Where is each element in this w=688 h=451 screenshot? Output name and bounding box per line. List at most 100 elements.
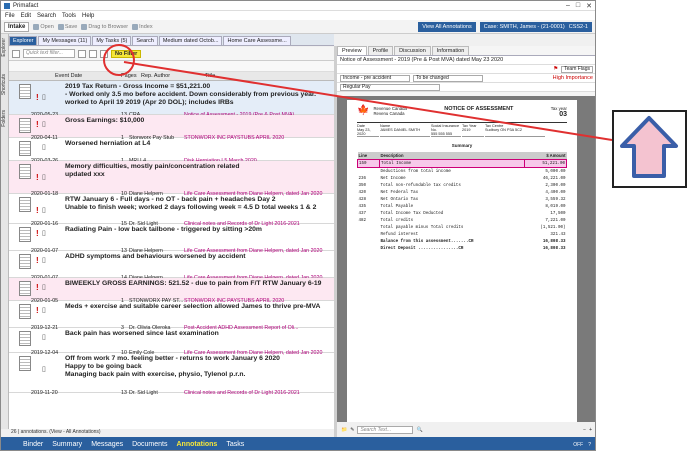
document-thumbnail[interactable] (19, 281, 31, 296)
zoom-in-icon[interactable]: + (589, 427, 592, 433)
nav-documents[interactable]: Documents (132, 441, 167, 448)
drag-to-browser-button[interactable]: Drag to Browser (81, 23, 128, 30)
case-selector[interactable]: Case: SMITH, James - (21-0001) CSS2-1 (479, 21, 592, 32)
nav-summary[interactable]: Summary (52, 441, 82, 448)
row-title: Gross Earnings: $10,000 (65, 117, 145, 124)
document-thumbnail[interactable] (19, 254, 31, 269)
document-title: Notice of Assessment - 2019 (Pre & Post … (340, 57, 504, 63)
menu-help[interactable]: Help (82, 13, 94, 19)
col-event-date[interactable]: Event Date (55, 73, 82, 79)
table-row[interactable]: ! ▯ ADHD symptoms and behaviours worsened … (9, 251, 334, 281)
pay-dropdown[interactable]: Regular Pay (340, 83, 440, 91)
assessment-line: 482 Total credits 7,221.00 (358, 218, 566, 223)
flag-icon[interactable]: ! (36, 306, 39, 315)
tab-preview[interactable]: Preview (337, 46, 367, 55)
menu-tools[interactable]: Tools (62, 13, 76, 19)
nav-annotations[interactable]: Annotations (177, 441, 218, 448)
tab-my-messages[interactable]: My Messages (11) (38, 36, 92, 45)
help-icon[interactable]: ? (588, 442, 591, 448)
nav-binder[interactable]: Binder (23, 441, 43, 448)
flag-icon[interactable]: ! (36, 206, 39, 215)
zoom-out-icon[interactable]: − (583, 427, 586, 433)
menu-search[interactable]: Search (37, 13, 56, 19)
menu-edit[interactable]: Edit (21, 13, 31, 19)
menu-file[interactable]: File (5, 13, 15, 19)
document-viewer[interactable]: 🍁 Revenue Canada Revenu Canada NOTICE OF … (337, 96, 595, 422)
flag-icon[interactable]: ! (36, 283, 39, 292)
save-button[interactable]: Save (57, 23, 77, 30)
document-thumbnail[interactable] (19, 118, 31, 133)
table-row[interactable]: ▯Worsened herniation at L42020-03-261MRI… (9, 138, 334, 164)
off-toggle[interactable]: OFF (573, 442, 583, 448)
index-button[interactable]: Index (132, 23, 153, 30)
status-dropdown[interactable]: To be changed (413, 74, 483, 82)
search-text-input[interactable]: Search Text... (357, 425, 414, 434)
document-thumbnail[interactable] (19, 227, 31, 242)
filter-bar: Quick text filter... No Filter (9, 47, 334, 61)
tab-medium-dated[interactable]: Medium dated Octob... (158, 36, 223, 45)
tab-discussion[interactable]: Discussion (394, 46, 431, 55)
save-icon (57, 23, 64, 30)
rail-folders[interactable]: Folders (1, 110, 9, 127)
rail-explorer[interactable]: Explorer (1, 38, 9, 57)
view-all-annotations-button[interactable]: View All Annotations (418, 21, 476, 32)
flag-icon[interactable]: ! (36, 93, 39, 102)
view-grid-icon[interactable] (89, 49, 97, 58)
document-thumbnail[interactable] (19, 197, 31, 212)
document-thumbnail[interactable] (19, 141, 31, 156)
tab-information[interactable]: Information (431, 46, 470, 55)
table-row[interactable]: ! ▯ 2019 Tax Return - Gross Income = $51,2… (9, 81, 334, 118)
folder-icon[interactable]: 📁 (341, 427, 347, 433)
category-bar: Income - pre accident To be changed High… (337, 74, 595, 83)
table-row[interactable]: ! ▯ Radiating Pain - low back tailbone - t… (9, 224, 334, 254)
document-thumbnail[interactable] (19, 331, 31, 346)
team-flags-dropdown[interactable]: Team Flags (561, 65, 593, 73)
document-thumbnail[interactable] (19, 356, 31, 371)
paperclip-icon: ▯ (42, 257, 46, 264)
flag-icon[interactable]: ! (36, 173, 39, 182)
table-row[interactable]: ▯ Back pain has worsened since last exami… (9, 328, 334, 356)
table-row[interactable]: ! ▯ RTW January 6 - Full days - no OT - ba… (9, 194, 334, 227)
intake-button[interactable]: Intake (4, 21, 30, 32)
assessment-line: Balance from this assessment.......CR 16,… (380, 239, 566, 244)
folder-filter-icon[interactable] (12, 49, 20, 58)
tab-my-tasks[interactable]: My Tasks (5) (92, 36, 132, 45)
open-button[interactable]: Open (33, 23, 54, 30)
document-thumbnail[interactable] (19, 304, 31, 319)
row-source[interactable]: Clinical notes and Records of Dr Light 2… (184, 390, 300, 396)
tab-search[interactable]: Search (132, 36, 158, 45)
row-title: updated xxx (65, 171, 105, 178)
maximize-icon[interactable]: □ (576, 2, 580, 10)
col-title[interactable]: Title (205, 73, 215, 79)
table-row[interactable]: ! ▯ Memory difficulties, mostly pain/conce… (9, 161, 334, 197)
table-row[interactable]: ! ▯ Gross Earnings: $10,000 2020-04-11 1 Ston… (9, 115, 334, 141)
col-author[interactable]: Rep. Author (141, 73, 170, 79)
paperclip-icon: ▯ (42, 121, 46, 128)
table-row[interactable]: ▯ Off from work 7 mo. feeling better - re… (9, 353, 334, 396)
tab-explorer[interactable]: Explorer (9, 36, 38, 45)
close-icon[interactable]: ✕ (586, 2, 592, 10)
nav-messages[interactable]: Messages (91, 441, 123, 448)
table-row[interactable]: ! ▯ Meds + exercise and suitable career se… (9, 301, 334, 331)
tab-profile[interactable]: Profile (367, 46, 394, 55)
search-icon[interactable]: 🔍 (416, 427, 422, 433)
assessment-line[interactable]: 150 Total Income 51,221.00 (357, 159, 567, 168)
flag-icon[interactable]: ! (36, 256, 39, 265)
tab-home-care[interactable]: Home Care Assessme... (223, 36, 291, 45)
flag-icon[interactable]: ⚑ (553, 66, 558, 72)
zoom-icon[interactable] (78, 49, 86, 58)
category-dropdown[interactable]: Income - pre accident (340, 74, 410, 82)
document-thumbnail[interactable] (19, 84, 31, 99)
nav-tasks[interactable]: Tasks (226, 441, 244, 448)
flag-icon[interactable]: ! (36, 229, 39, 238)
row-date: 2019-11-20 (31, 390, 58, 396)
high-importance-flag[interactable]: High Importance (553, 75, 593, 81)
annotate-icon[interactable]: ✎ (350, 427, 354, 433)
document-thumbnail[interactable] (19, 164, 31, 179)
rail-shortcuts[interactable]: Shortcuts (1, 74, 9, 95)
row-title: Unable to finish week; worked 2 days fol… (65, 204, 317, 211)
flag-icon[interactable]: ! (36, 120, 39, 129)
table-row[interactable]: ! ▯ BIWEEKLY GROSS EARNINGS: 521.52 - due … (9, 278, 334, 304)
minimize-icon[interactable]: – (566, 2, 570, 10)
quick-filter-input[interactable]: Quick text filter... (23, 49, 75, 58)
